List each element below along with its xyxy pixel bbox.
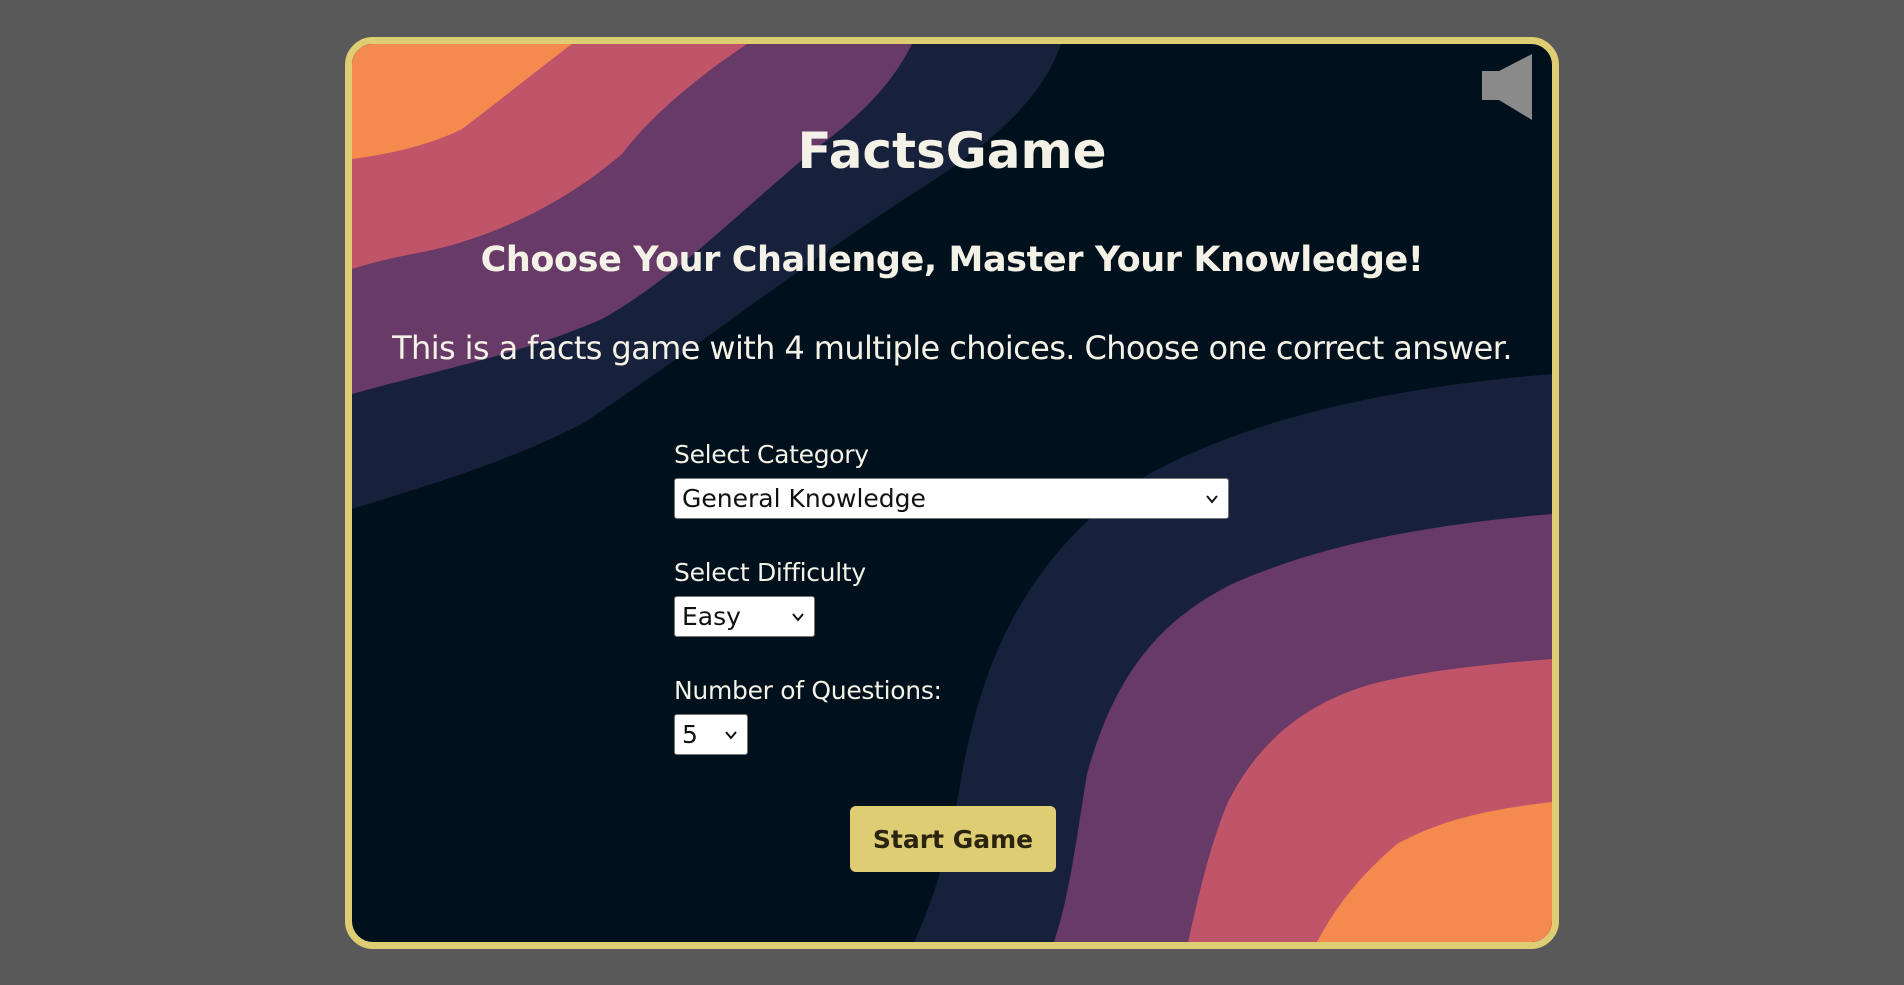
sound-toggle-button[interactable] — [1482, 54, 1536, 120]
questions-count-label: Number of Questions: — [674, 676, 942, 705]
speaker-muted-icon — [1482, 54, 1532, 120]
category-label: Select Category — [674, 440, 869, 469]
page-title: FactsGame — [797, 122, 1107, 180]
difficulty-select-value: Easy — [682, 602, 741, 631]
difficulty-select[interactable]: Easy — [674, 596, 815, 637]
start-game-button[interactable]: Start Game — [850, 806, 1056, 872]
questions-count-select[interactable]: 5 — [674, 714, 748, 755]
questions-count-select-value: 5 — [682, 720, 698, 749]
category-select[interactable]: General Knowledge — [674, 478, 1229, 519]
page-subtitle: Choose Your Challenge, Master Your Knowl… — [480, 240, 1424, 280]
chevron-down-icon — [1206, 495, 1218, 504]
difficulty-label: Select Difficulty — [674, 558, 866, 587]
chevron-down-icon — [725, 731, 737, 740]
game-card: FactsGame Choose Your Challenge, Master … — [345, 37, 1559, 949]
game-description: This is a facts game with 4 multiple cho… — [392, 329, 1512, 367]
category-select-value: General Knowledge — [682, 484, 926, 513]
chevron-down-icon — [792, 613, 804, 622]
